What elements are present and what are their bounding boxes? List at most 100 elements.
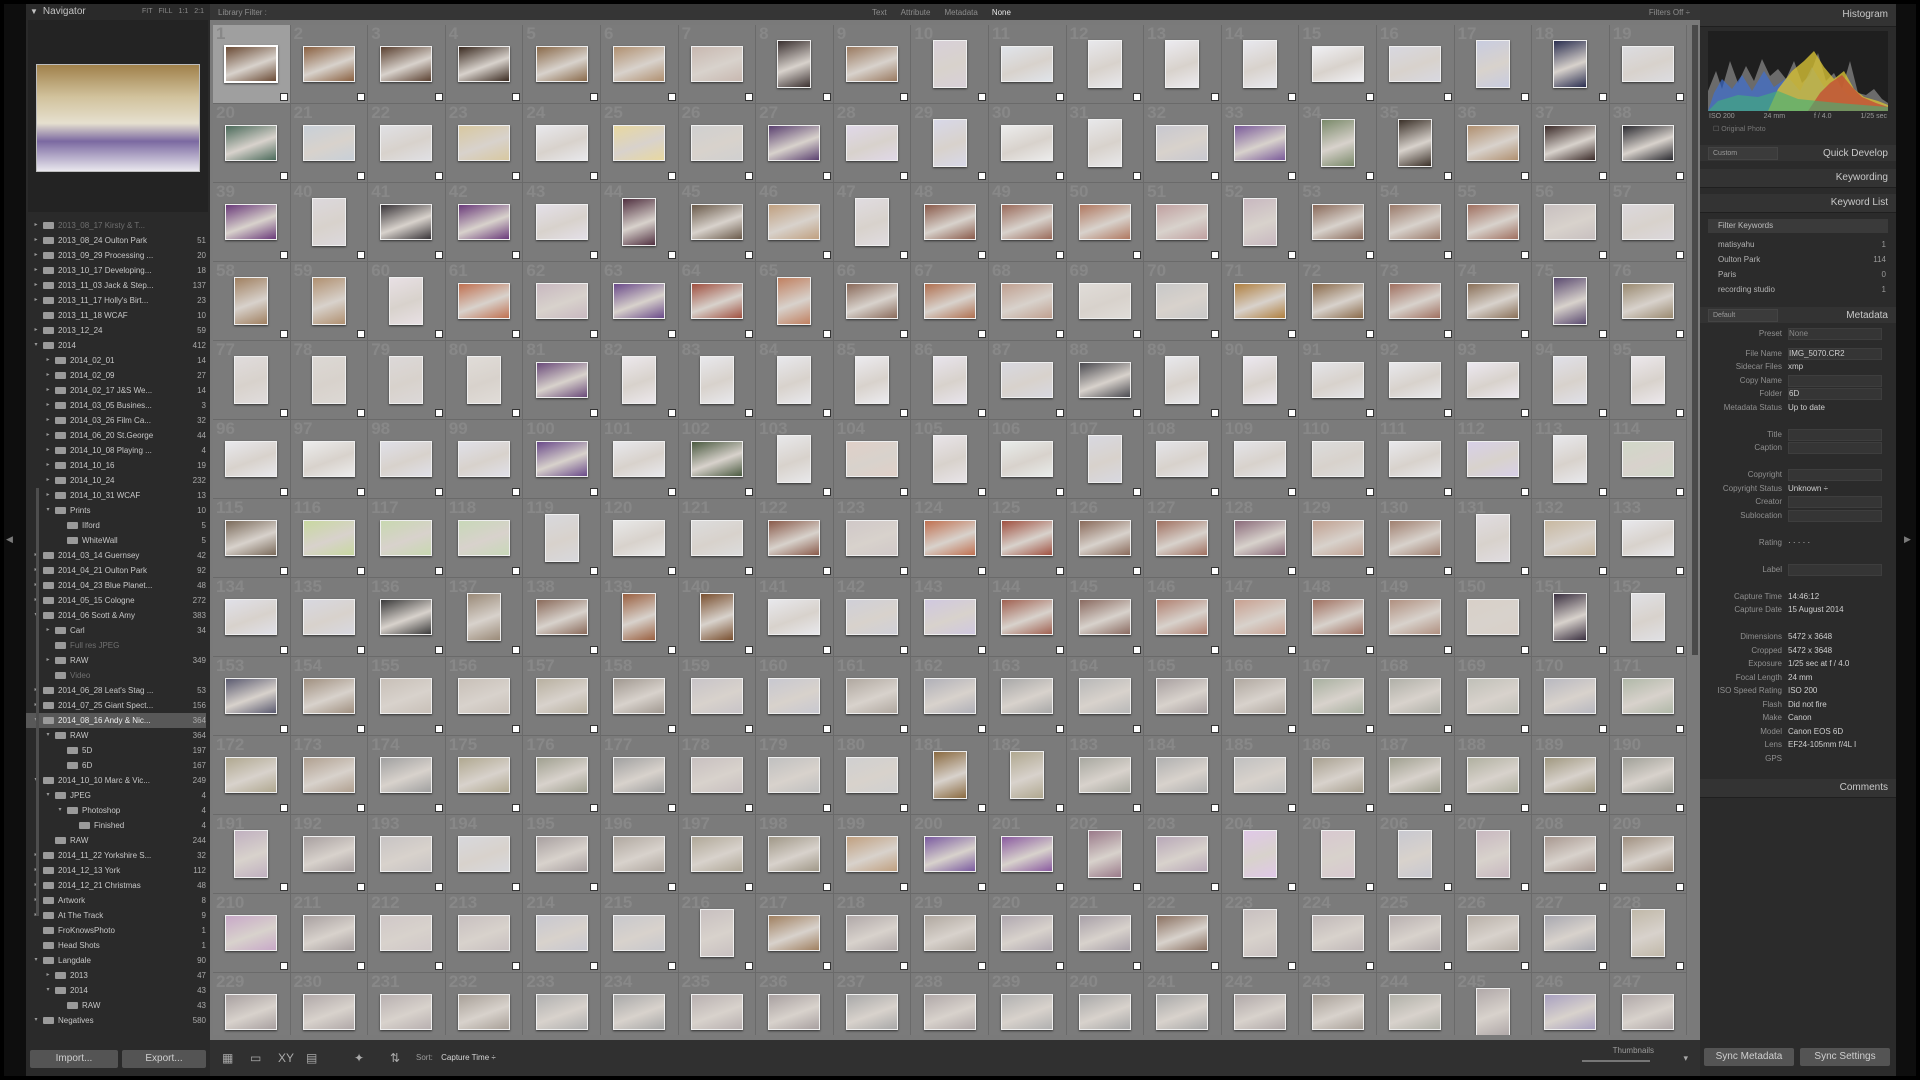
photo-thumbnail[interactable] xyxy=(535,599,588,635)
spray-can-icon[interactable]: ✦ xyxy=(354,1052,364,1064)
grid-cell[interactable]: 55 xyxy=(1454,183,1533,262)
photo-thumbnail[interactable] xyxy=(1234,994,1287,1030)
grid-cell[interactable]: 113 xyxy=(1532,420,1610,499)
metadata-badge-icon[interactable] xyxy=(977,883,986,891)
grid-cell[interactable]: 221 xyxy=(1066,894,1145,973)
metadata-badge-icon[interactable] xyxy=(279,883,288,891)
photo-thumbnail[interactable] xyxy=(690,757,743,793)
photo-thumbnail[interactable] xyxy=(1621,125,1674,161)
grid-cell[interactable]: 223 xyxy=(1221,894,1300,973)
grid-cell[interactable]: 82 xyxy=(600,341,679,420)
photo-thumbnail[interactable] xyxy=(380,678,433,714)
grid-cell[interactable]: 204 xyxy=(1221,815,1300,894)
photo-thumbnail[interactable] xyxy=(458,283,511,319)
photo-thumbnail[interactable] xyxy=(389,277,424,325)
photo-thumbnail[interactable] xyxy=(225,757,278,793)
photo-thumbnail[interactable] xyxy=(1001,836,1054,872)
photo-thumbnail[interactable] xyxy=(1234,678,1287,714)
folder-row[interactable]: ▸ Carl 34 xyxy=(26,623,206,638)
disclosure-triangle-icon[interactable]: ▸ xyxy=(44,413,52,428)
photo-thumbnail[interactable] xyxy=(613,757,666,793)
grid-cell[interactable]: 167 xyxy=(1299,657,1377,736)
disclosure-triangle-icon[interactable]: ▸ xyxy=(44,488,52,503)
grid-cell[interactable]: 157 xyxy=(523,657,601,736)
photo-thumbnail[interactable] xyxy=(690,125,743,161)
metadata-field-row[interactable]: Label xyxy=(1700,563,1896,577)
metadata-badge-icon[interactable] xyxy=(1443,330,1452,338)
disclosure-triangle-icon[interactable]: ▸ xyxy=(32,278,40,293)
disclosure-triangle-icon[interactable]: ▾ xyxy=(44,983,52,998)
photo-thumbnail[interactable] xyxy=(1475,830,1510,878)
photo-thumbnail[interactable] xyxy=(311,356,346,404)
photo-thumbnail[interactable] xyxy=(1311,46,1364,82)
metadata-badge-icon[interactable] xyxy=(900,172,909,180)
metadata-badge-icon[interactable] xyxy=(1133,804,1142,812)
grid-cell[interactable]: 236 xyxy=(756,973,834,1035)
folder-row[interactable]: ▸Artwork8 xyxy=(26,893,206,908)
metadata-badge-icon[interactable] xyxy=(1288,330,1297,338)
grid-cell[interactable]: 234 xyxy=(600,973,679,1035)
grid-cell[interactable]: 73 xyxy=(1376,262,1455,341)
metadata-badge-icon[interactable] xyxy=(279,804,288,812)
photo-thumbnail[interactable] xyxy=(613,441,666,477)
grid-cell[interactable]: 144 xyxy=(988,578,1067,657)
folder-row[interactable]: ▾ 2014 412 xyxy=(26,338,206,353)
grid-cell[interactable]: 246 xyxy=(1532,973,1610,1035)
metadata-badge-icon[interactable] xyxy=(434,962,443,970)
folder-row[interactable]: ▾ 2014 43 xyxy=(26,983,206,998)
grid-cell[interactable]: 156 xyxy=(445,657,524,736)
metadata-badge-icon[interactable] xyxy=(1676,567,1685,575)
photo-thumbnail[interactable] xyxy=(1156,836,1209,872)
grid-cell[interactable]: 141 xyxy=(756,578,834,657)
grid-cell[interactable]: 7 xyxy=(678,25,757,104)
metadata-badge-icon[interactable] xyxy=(1288,172,1297,180)
metadata-field-value[interactable] xyxy=(1788,374,1882,387)
grid-cell[interactable]: 224 xyxy=(1299,894,1377,973)
photo-thumbnail[interactable] xyxy=(846,678,899,714)
grid-cell[interactable]: 181 xyxy=(911,736,989,815)
photo-thumbnail[interactable] xyxy=(690,994,743,1030)
grid-cell[interactable]: 166 xyxy=(1221,657,1300,736)
metadata-badge-icon[interactable] xyxy=(977,646,986,654)
disclosure-triangle-icon[interactable]: ▾ xyxy=(32,338,40,353)
metadata-badge-icon[interactable] xyxy=(977,804,986,812)
grid-cell[interactable]: 22 xyxy=(368,104,446,183)
metadata-badge-icon[interactable] xyxy=(279,93,288,101)
metadata-badge-icon[interactable] xyxy=(1676,251,1685,259)
grid-cell[interactable]: 37 xyxy=(1532,104,1610,183)
photo-thumbnail[interactable] xyxy=(380,836,433,872)
metadata-field-value[interactable] xyxy=(1788,563,1882,576)
photo-thumbnail[interactable] xyxy=(302,994,355,1030)
grid-cell[interactable]: 145 xyxy=(1066,578,1145,657)
grid-cell[interactable]: 162 xyxy=(911,657,989,736)
photo-thumbnail[interactable] xyxy=(1311,204,1364,240)
folders-scrollbar[interactable] xyxy=(36,488,39,916)
metadata-badge-icon[interactable] xyxy=(1676,646,1685,654)
grid-cell[interactable]: 164 xyxy=(1066,657,1145,736)
metadata-badge-icon[interactable] xyxy=(1365,962,1374,970)
metadata-badge-icon[interactable] xyxy=(1133,330,1142,338)
grid-cell[interactable]: 122 xyxy=(756,499,834,578)
metadata-badge-icon[interactable] xyxy=(822,251,831,259)
photo-thumbnail[interactable] xyxy=(302,678,355,714)
photo-thumbnail[interactable] xyxy=(225,599,278,635)
metadata-badge-icon[interactable] xyxy=(1210,725,1219,733)
metadata-badge-icon[interactable] xyxy=(822,804,831,812)
grid-cell[interactable]: 47 xyxy=(833,183,912,262)
photo-thumbnail[interactable] xyxy=(225,994,278,1030)
photo-thumbnail[interactable] xyxy=(1311,994,1364,1030)
photo-thumbnail[interactable] xyxy=(1010,751,1045,799)
loupe-view-icon[interactable]: ▭ xyxy=(250,1052,261,1064)
metadata-badge-icon[interactable] xyxy=(1210,93,1219,101)
grid-cell[interactable]: 159 xyxy=(678,657,757,736)
metadata-badge-icon[interactable] xyxy=(512,488,521,496)
grid-cell[interactable]: 94 xyxy=(1532,341,1610,420)
metadata-badge-icon[interactable] xyxy=(1676,725,1685,733)
grid-cell[interactable]: 58 xyxy=(213,262,291,341)
metadata-badge-icon[interactable] xyxy=(1288,883,1297,891)
photo-thumbnail[interactable] xyxy=(467,593,502,641)
photo-thumbnail[interactable] xyxy=(1544,520,1597,556)
metadata-badge-icon[interactable] xyxy=(977,172,986,180)
grid-cell[interactable]: 8 xyxy=(756,25,834,104)
photo-thumbnail[interactable] xyxy=(1156,283,1209,319)
